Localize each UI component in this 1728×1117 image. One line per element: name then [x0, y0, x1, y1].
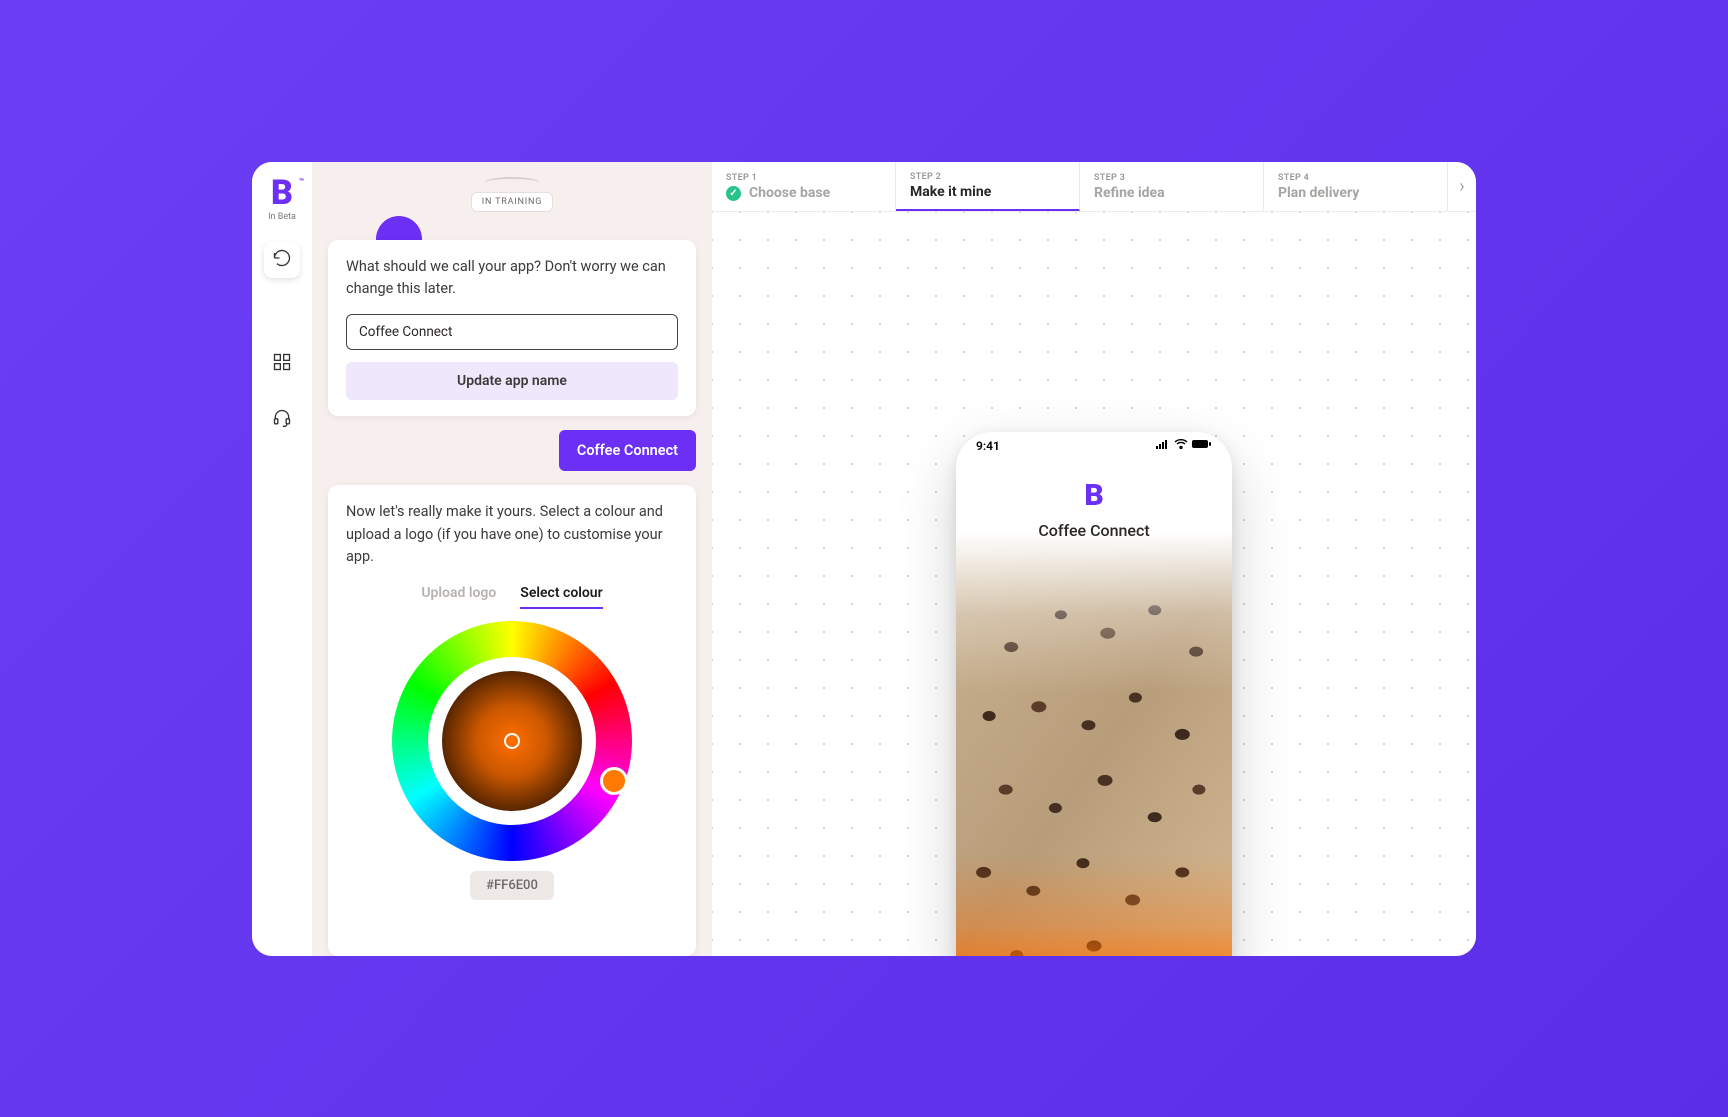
prompt-card-name: What should we call your app? Don't worr… [328, 240, 696, 417]
user-reply-pill: Coffee Connect [559, 430, 696, 471]
hue-handle[interactable] [600, 767, 628, 795]
undo-button[interactable] [264, 242, 300, 278]
undo-icon [272, 248, 292, 272]
phone-preview: 9:41 B Coffee Con [956, 432, 1232, 956]
training-badge: IN TRAINING [471, 192, 553, 212]
tab-upload-logo[interactable]: Upload logo [421, 585, 496, 609]
phone-app-logo: B [1084, 478, 1103, 513]
check-icon: ✓ [726, 186, 741, 201]
customise-tabs: Upload logo Select colour [346, 585, 678, 609]
step-choose-base[interactable]: STEP 1 ✓ Choose base [712, 162, 896, 211]
steps-bar: STEP 1 ✓ Choose base STEP 2 Make it mine… [712, 162, 1476, 212]
grid-icon [272, 352, 292, 376]
step-label-text: Plan delivery [1278, 185, 1359, 201]
update-app-name-button[interactable]: Update app name [346, 362, 678, 400]
step-make-it-mine[interactable]: STEP 2 Make it mine [896, 162, 1080, 211]
step-label-text: Make it mine [910, 184, 991, 200]
colour-wheel[interactable] [392, 621, 632, 861]
hex-value-display: #FF6E00 [470, 871, 554, 900]
step-label-text: Refine idea [1094, 185, 1165, 201]
phone-status-bar: 9:41 [956, 432, 1232, 460]
phone-status-icons [1156, 439, 1212, 452]
phone-app-title: Coffee Connect [1038, 521, 1149, 540]
signal-icon [1156, 439, 1170, 452]
app-name-input[interactable] [346, 314, 678, 350]
app-window: B In Beta IN TRAINING [252, 162, 1476, 956]
brand-logo: B In Beta [268, 176, 296, 222]
wifi-icon [1174, 439, 1188, 452]
step-refine-idea[interactable]: STEP 3 Refine idea [1080, 162, 1264, 211]
step-num: STEP 4 [1278, 173, 1433, 183]
phone-time: 9:41 [976, 439, 1000, 453]
prompt-text: What should we call your app? Don't worr… [346, 256, 678, 301]
phone-splash-image [956, 532, 1232, 956]
step-num: STEP 3 [1094, 173, 1249, 183]
apps-grid-button[interactable] [264, 346, 300, 382]
chevron-right-icon: › [1459, 176, 1464, 197]
brand-logo-subtitle: In Beta [268, 212, 296, 222]
customise-card: Now let's really make it yours. Select a… [328, 485, 696, 955]
brand-logo-letter: B [268, 176, 296, 210]
tab-select-colour[interactable]: Select colour [520, 585, 602, 609]
battery-icon [1192, 439, 1212, 452]
headset-icon [272, 408, 292, 432]
sidebar: B In Beta [252, 162, 312, 956]
customise-text: Now let's really make it yours. Select a… [346, 501, 678, 568]
support-button[interactable] [264, 402, 300, 438]
step-num: STEP 1 [726, 173, 881, 183]
colour-saturation-circle[interactable] [442, 671, 582, 811]
main-area: STEP 1 ✓ Choose base STEP 2 Make it mine… [712, 162, 1476, 956]
step-num: STEP 2 [910, 172, 1065, 182]
steps-next-chevron[interactable]: › [1448, 162, 1476, 211]
preview-canvas[interactable]: 9:41 B Coffee Con [712, 212, 1476, 956]
step-label-text: Choose base [749, 185, 830, 201]
step-plan-delivery[interactable]: STEP 4 Plan delivery [1264, 162, 1448, 211]
chat-panel: IN TRAINING What should we call your app… [312, 162, 712, 956]
colour-picker-handle[interactable] [504, 733, 520, 749]
user-reply-row: Coffee Connect [328, 430, 696, 471]
collapse-handle[interactable] [492, 180, 532, 184]
